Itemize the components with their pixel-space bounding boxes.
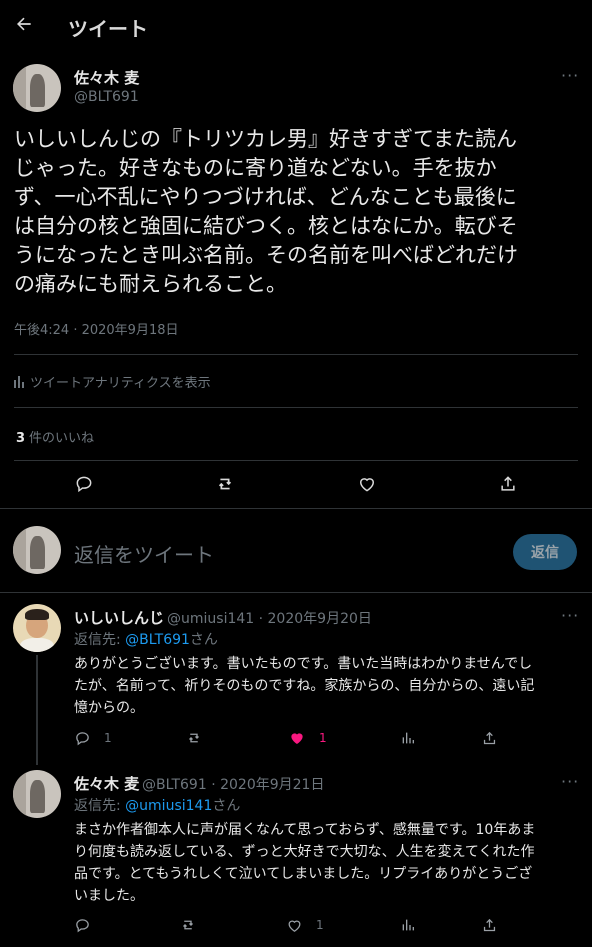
tweet-line: は自分の核と強固に結びつく。核とはなにか。転びそ [14, 214, 518, 238]
retweet-icon[interactable] [184, 728, 204, 748]
reply-line: り何度も読み返している、ずっと大好きで大切な、人生を変えてくれた作 [74, 844, 535, 860]
divider [14, 460, 578, 461]
thread-line [36, 655, 38, 765]
tweet-line: いしいしんじの『トリツカレ男』好きすぎてまた読ん [14, 127, 517, 151]
reply-meta[interactable]: @umiusi141 · 2020年9月20日 [167, 608, 372, 628]
likes-count: 3 [16, 431, 26, 446]
share-icon[interactable] [479, 728, 499, 748]
tweet-line: じゃった。好きなものに寄り道などない。手を抜か [14, 156, 497, 180]
reply-to-suffix: さん [212, 798, 241, 814]
header: ツイート [0, 0, 592, 52]
reply-button[interactable]: 返信 [513, 534, 577, 570]
tweet-text: いしいしんじの『トリツカレ男』好きすぎてまた読ん じゃった。好きなものに寄り道な… [14, 125, 582, 299]
reply-to-prefix: 返信先: [74, 632, 126, 648]
divider [14, 407, 578, 408]
reply-line: 憶からの。 [74, 700, 144, 716]
avatar[interactable] [13, 64, 61, 112]
reply-line: 品です。とてもうれしくて泣いてしまいました。リプライありがとうござ [74, 866, 533, 882]
reply-meta[interactable]: @BLT691 · 2020年9月21日 [142, 774, 324, 794]
reply-input[interactable]: 返信をツイート [74, 539, 214, 568]
reply-to-prefix: 返信先: [74, 798, 126, 814]
back-arrow-icon[interactable] [12, 12, 36, 36]
analytics-icon[interactable] [398, 915, 418, 935]
reply-line: ありがとうございます。書いたものです。書いた当時はわかりませんでし [74, 656, 533, 672]
heart-icon[interactable] [355, 472, 379, 496]
analytics-label: ツイートアナリティクスを表示 [30, 376, 211, 391]
page-title: ツイート [68, 17, 148, 41]
like-count: 1 [319, 731, 327, 745]
reply-to-line: 返信先: @umiusi141さん [74, 795, 240, 815]
divider [0, 592, 592, 593]
heart-icon[interactable] [284, 915, 304, 935]
reply-icon[interactable] [72, 472, 96, 496]
likes-summary[interactable]: 3 件のいいね [16, 427, 94, 446]
reply-text: まさか作者御本人に声が届くなんて思っておらず、感無量です。10年あま り何度も読… [74, 819, 584, 907]
reply-to-handle[interactable]: @BLT691 [125, 632, 190, 648]
reply-line: たが、名前って、祈りそのものですね。家族からの、自分からの、遠い記 [74, 678, 535, 694]
share-icon[interactable] [479, 915, 499, 935]
more-icon[interactable]: ··· [561, 66, 579, 85]
reply-line: いました。 [74, 888, 144, 904]
avatar [13, 526, 61, 574]
tweet-line: うになったとき叫ぶ名前。その名前を叫べばどれだけ [14, 243, 518, 267]
reply-icon[interactable] [72, 915, 92, 935]
tweet-line: ず、一心不乱にやりつづければ、どんなことも最後に [14, 185, 517, 209]
tweet-timestamp[interactable]: 午後4:24 · 2020年9月18日 [14, 319, 179, 338]
author-name[interactable]: 佐々木 麦 [74, 67, 139, 88]
reply-count: 1 [104, 731, 112, 745]
analytics-icon[interactable] [398, 728, 418, 748]
tweet-line: の痛みにも耐えられること。 [14, 272, 287, 296]
reply-line: まさか作者御本人に声が届くなんて思っておらず、感無量です。10年あま [74, 822, 536, 838]
likes-label: 件のいいね [29, 431, 95, 446]
reply-to-handle[interactable]: @umiusi141 [125, 798, 212, 814]
reply-author-name[interactable]: 佐々木 麦 [74, 773, 139, 794]
heart-icon[interactable] [287, 728, 307, 748]
reply-author-name[interactable]: いしいしんじ [74, 607, 164, 628]
divider [14, 354, 578, 355]
share-icon[interactable] [496, 472, 520, 496]
reply-text: ありがとうございます。書いたものです。書いた当時はわかりませんでし たが、名前っ… [74, 653, 584, 719]
more-icon[interactable]: ··· [561, 606, 579, 625]
like-count: 1 [316, 918, 324, 932]
author-handle[interactable]: @BLT691 [74, 89, 139, 105]
analytics-link[interactable]: ツイートアナリティクスを表示 [14, 372, 211, 391]
retweet-icon[interactable] [213, 472, 237, 496]
more-icon[interactable]: ··· [561, 772, 579, 791]
reply-icon[interactable] [72, 728, 92, 748]
reply-to-suffix: さん [189, 632, 218, 648]
divider [0, 508, 592, 509]
avatar[interactable] [13, 604, 61, 652]
reply-to-line: 返信先: @BLT691さん [74, 629, 218, 649]
analytics-icon [14, 375, 24, 388]
retweet-icon[interactable] [178, 915, 198, 935]
avatar[interactable] [13, 770, 61, 818]
